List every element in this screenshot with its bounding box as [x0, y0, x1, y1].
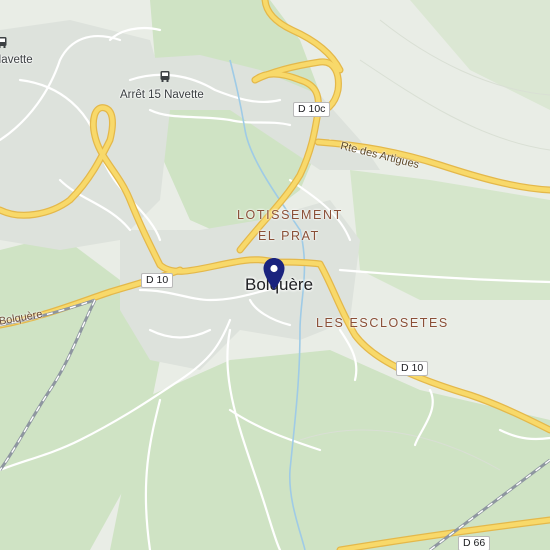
district-label-lotissement: LOTISSEMENT [237, 208, 343, 222]
forest-area-south [110, 350, 550, 550]
district-label-el-prat: EL PRAT [258, 229, 320, 243]
bus-icon[interactable] [159, 70, 171, 83]
road-shield-d10-east: D 10 [396, 361, 429, 376]
district-label-les-esclosetes: LES ESCLOSETES [316, 316, 449, 330]
bus-icon-edge[interactable] [0, 36, 8, 49]
road-shield-d66: D 66 [458, 536, 491, 550]
road-shield-d10c: D 10c [293, 102, 331, 117]
map-pin-icon[interactable] [262, 257, 286, 291]
road-shield-d10-west: D 10 [141, 273, 174, 288]
bus-stop-label-arret-15[interactable]: Arrêt 15 Navette [120, 89, 204, 101]
bus-stop-label-edge[interactable]: Navette [0, 54, 33, 66]
map-canvas[interactable]: Navette Arrêt 15 Navette LOTISSEMENT EL … [0, 0, 550, 550]
